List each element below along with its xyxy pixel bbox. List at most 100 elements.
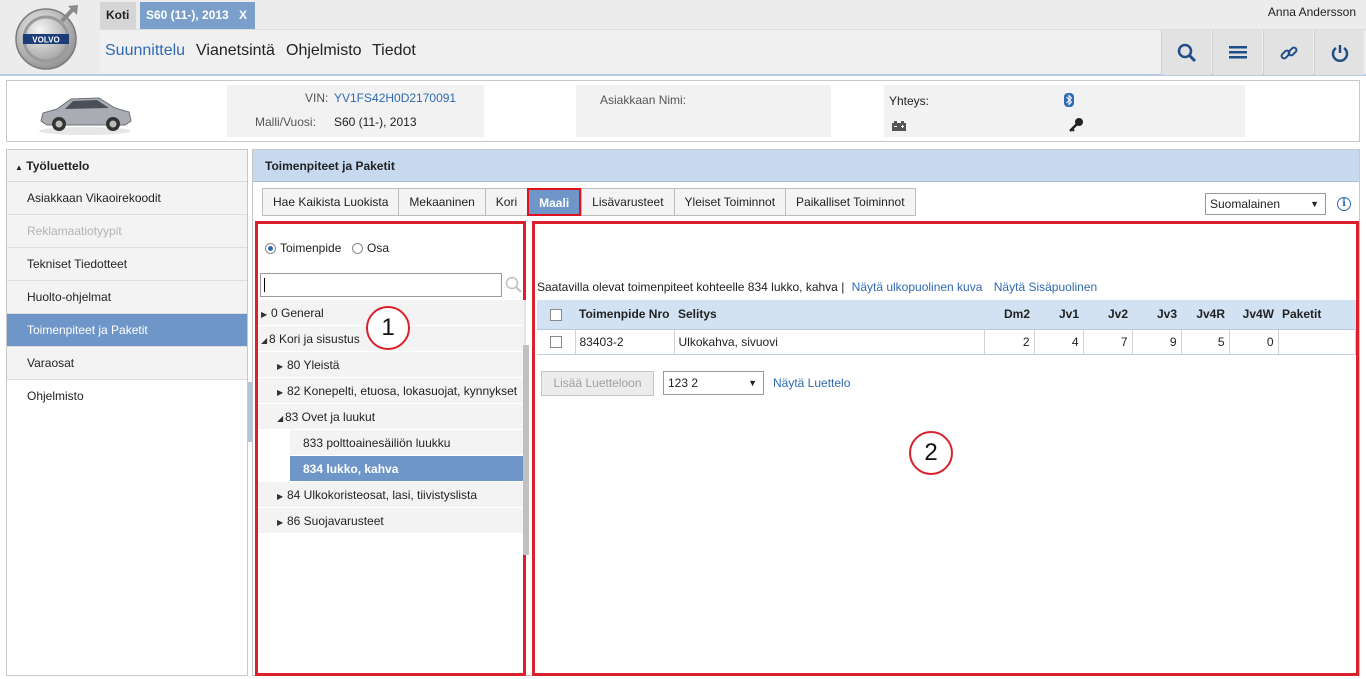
add-to-list-button[interactable]: Lisää Luetteloon: [541, 371, 654, 396]
link-button[interactable]: [1263, 30, 1313, 75]
col-jv1[interactable]: Jv1: [1034, 300, 1083, 330]
info-icon[interactable]: i: [1337, 197, 1351, 211]
car-image: [39, 97, 132, 135]
table-header-row: Toimenpide Nro Selitys Dm2 Jv1 Jv2 Jv3 J…: [537, 300, 1356, 330]
sidebar-item-parts[interactable]: Varaosat: [7, 347, 247, 380]
close-tab-icon[interactable]: X: [239, 2, 247, 29]
nav-suunnittelu[interactable]: Suunnittelu: [105, 42, 185, 60]
sidebar-item-claim-types: Reklamaatiotyypit: [7, 215, 247, 248]
show-outside-image-link[interactable]: Näytä ulkopuolinen kuva: [852, 280, 983, 294]
sidebar-item-technical-bulletins[interactable]: Tekniset Tiedotteet: [7, 248, 247, 281]
sidebar-item-service-programs[interactable]: Huolto-ohjelmat: [7, 281, 247, 314]
sidebar-title: Työluettelo: [26, 159, 90, 173]
tab-vehicle[interactable]: S60 (11-), 2013 X: [140, 2, 255, 29]
radio-part-label: Osa: [367, 241, 390, 255]
collapse-triangle-icon[interactable]: ◢: [261, 328, 269, 354]
show-list-link[interactable]: Näytä Luettelo: [773, 376, 850, 390]
language-select[interactable]: Suomalainen ▼: [1205, 193, 1326, 215]
expand-triangle-icon[interactable]: ▶: [277, 354, 287, 380]
tree-search-input[interactable]: [260, 273, 502, 297]
col-jv4w[interactable]: Jv4W: [1229, 300, 1278, 330]
tree-node[interactable]: ▶ 80 Yleistä: [258, 352, 524, 378]
volvo-logo[interactable]: VOLVO: [12, 3, 80, 71]
language-value: Suomalainen: [1210, 197, 1281, 211]
panel-splitter[interactable]: [523, 345, 529, 555]
main-panel: Toimenpiteet ja Paketit Hae Kaikista Luo…: [252, 149, 1360, 676]
tab-home[interactable]: Koti: [100, 2, 136, 29]
col-jv3[interactable]: Jv3: [1132, 300, 1181, 330]
select-all-cell: [537, 300, 575, 330]
tree-node-label: 86 Suojavarusteet: [287, 514, 384, 528]
power-button[interactable]: [1314, 30, 1364, 75]
select-all-checkbox[interactable]: [550, 309, 562, 322]
tab-paint[interactable]: Maali: [527, 188, 582, 216]
row-checkbox[interactable]: [549, 336, 562, 349]
available-operations-line: Saatavilla olevat toimenpiteet kohteelle…: [537, 280, 1097, 294]
col-dm2[interactable]: Dm2: [984, 300, 1034, 330]
operations-panel: Saatavilla olevat toimenpiteet kohteelle…: [532, 221, 1359, 676]
radio-part[interactable]: Osa: [352, 241, 389, 255]
sidebar-item-operations-packages[interactable]: Toimenpiteet ja Paketit: [7, 314, 247, 347]
tree-node[interactable]: ▶ 84 Ulkokoristeosat, lasi, tiivistyslist…: [258, 482, 524, 508]
power-icon: [1331, 44, 1348, 62]
sidebar-item-software[interactable]: Ohjelmisto: [7, 380, 247, 413]
col-jv4r[interactable]: Jv4R: [1181, 300, 1229, 330]
sidebar-header[interactable]: ▲ Työluettelo: [7, 150, 247, 182]
key-icon: [1069, 118, 1083, 132]
nav-tiedot[interactable]: Tiedot: [372, 42, 416, 60]
cell-operation-number: 83403-2: [575, 329, 675, 355]
connection-block: Yhteys:: [884, 85, 1245, 137]
tab-accessories[interactable]: Lisävarusteet: [581, 188, 674, 216]
list-select[interactable]: 123 2 ▼: [663, 371, 764, 395]
category-tabs: Hae Kaikista Luokista Mekaaninen Kori Ma…: [262, 188, 916, 216]
tree-node-label: 8 Kori ja sisustus: [269, 332, 360, 346]
vin-value[interactable]: YV1FS42H0D2170091: [334, 91, 456, 105]
radio-operation[interactable]: Toimenpide: [265, 241, 341, 255]
app-header: VOLVO Koti S60 (11-), 2013 X Anna Anders…: [0, 0, 1366, 76]
tree-node[interactable]: ▶ 86 Suojavarusteet: [258, 508, 524, 534]
expand-triangle-icon[interactable]: ▶: [277, 510, 287, 536]
search-button[interactable]: [1161, 30, 1211, 75]
work-list-sidebar: ▲ Työluettelo Asiakkaan Vikaoirekoodit R…: [6, 149, 248, 676]
battery-icon: [892, 121, 906, 131]
callout-2: 2: [909, 431, 953, 475]
main-panel-title: Toimenpiteet ja Paketit: [253, 150, 1359, 182]
col-packages[interactable]: Paketit: [1278, 300, 1356, 330]
tree-node[interactable]: ◢ 83 Ovet ja luukut: [258, 404, 524, 430]
collapse-triangle-icon: ▲: [15, 163, 23, 172]
nav-ohjelmisto[interactable]: Ohjelmisto: [286, 42, 362, 60]
connection-label: Yhteys:: [889, 94, 930, 108]
expand-triangle-icon[interactable]: ▶: [277, 380, 287, 406]
search-icon[interactable]: [504, 275, 524, 295]
vehicle-info-bar: VIN: YV1FS42H0D2170091 Malli/Vuosi: S60 …: [6, 80, 1360, 142]
search-icon: [1177, 43, 1196, 62]
tab-general-functions[interactable]: Yleiset Toiminnot: [673, 188, 786, 216]
sidebar-item-customer-fault-codes[interactable]: Asiakkaan Vikaoirekoodit: [7, 182, 247, 215]
col-jv2[interactable]: Jv2: [1083, 300, 1132, 330]
show-inside-link[interactable]: Näytä Sisäpuolinen: [994, 280, 1097, 294]
cell-packages: [1278, 329, 1356, 355]
tree-node-label: 84 Ulkokoristeosat, lasi, tiivistyslista: [287, 488, 478, 502]
tab-body[interactable]: Kori: [484, 188, 528, 216]
table-row[interactable]: 83403-2 Ulkokahva, sivuovi 2 4 7 9 5 0: [537, 329, 1356, 355]
radio-operation-label: Toimenpide: [280, 241, 342, 255]
col-description[interactable]: Selitys: [674, 300, 984, 330]
bluetooth-icon: [1064, 93, 1074, 107]
tab-mechanical[interactable]: Mekaaninen: [398, 188, 485, 216]
tree-node[interactable]: ▶ 82 Konepelti, etuosa, lokasuojat, kynny…: [258, 378, 524, 404]
tree-node-selected[interactable]: 834 lukko, kahva: [290, 456, 524, 482]
user-name: Anna Andersson: [1267, 5, 1356, 19]
collapse-triangle-icon[interactable]: ◢: [277, 406, 285, 432]
list-select-value: 123 2: [668, 376, 699, 390]
tab-search-all[interactable]: Hae Kaikista Luokista: [262, 188, 399, 216]
col-operation-number[interactable]: Toimenpide Nro: [575, 300, 674, 330]
expand-triangle-icon[interactable]: ▶: [277, 484, 287, 510]
nav-vianetsinta[interactable]: Vianetsintä: [196, 42, 275, 60]
menu-button[interactable]: [1212, 30, 1262, 75]
tree-node[interactable]: 833 polttoainesäiliön luukku: [290, 430, 524, 456]
expand-triangle-icon[interactable]: ▶: [261, 302, 271, 328]
vin-block: VIN: YV1FS42H0D2170091 Malli/Vuosi: S60 …: [227, 85, 484, 137]
cell-jv2: 7: [1083, 329, 1133, 355]
tab-local-functions[interactable]: Paikalliset Toiminnot: [785, 188, 916, 216]
tree-node-label: 83 Ovet ja luukut: [285, 410, 376, 424]
